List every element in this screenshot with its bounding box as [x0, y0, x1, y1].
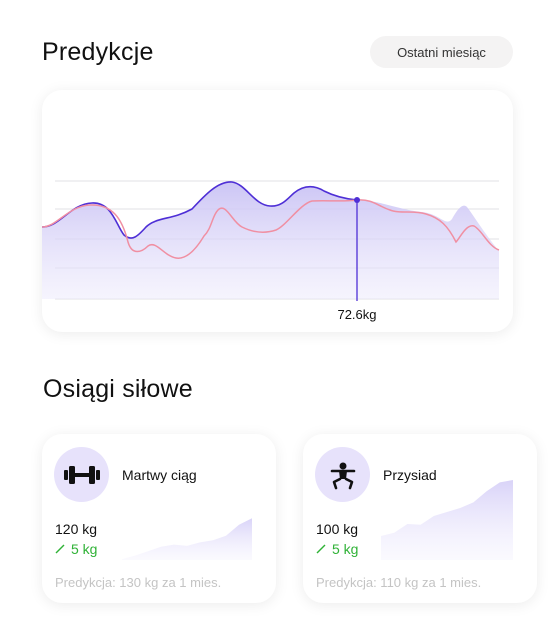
deadlift-card[interactable]: Martwy ciąg 120 kg 5 kg Predykcja: 130 k… — [42, 434, 276, 603]
deadlift-weight: 120 kg — [55, 521, 98, 537]
squat-sparkline — [381, 480, 513, 560]
deadlift-delta-value: 5 kg — [71, 541, 98, 557]
trend-up-icon — [316, 544, 326, 554]
page-title: Predykcje — [42, 38, 154, 66]
prediction-chart-card: 72.6kg — [42, 90, 513, 332]
squat-delta: 5 kg — [316, 541, 358, 557]
current-value-label: 72.6kg — [337, 307, 377, 322]
deadlift-delta: 5 kg — [55, 541, 97, 557]
weight-area — [42, 181, 499, 299]
deadlift-name: Martwy ciąg — [122, 467, 197, 483]
sparkline-area — [122, 518, 252, 560]
trend-up-icon — [55, 544, 65, 554]
deadlift-icon-circle — [54, 447, 109, 502]
squat-icon-circle — [315, 447, 370, 502]
squat-prediction: Predykcja: 110 kg za 1 mies. — [316, 575, 482, 590]
dumbbell-icon — [63, 465, 100, 484]
section-title: Osiągi siłowe — [43, 375, 193, 403]
sparkline-area — [381, 480, 513, 560]
deadlift-sparkline — [122, 518, 252, 560]
value-marker-dot — [354, 197, 360, 203]
deadlift-prediction: Predykcja: 130 kg za 1 mies. — [55, 575, 222, 590]
squat-card[interactable]: Przysiad 100 kg 5 kg Predykcja: 110 kg z… — [303, 434, 537, 603]
squat-icon — [330, 462, 355, 489]
period-selector[interactable]: Ostatni miesiąc — [370, 36, 513, 68]
prediction-chart — [42, 180, 500, 301]
squat-delta-value: 5 kg — [332, 541, 359, 557]
squat-weight: 100 kg — [316, 521, 359, 537]
